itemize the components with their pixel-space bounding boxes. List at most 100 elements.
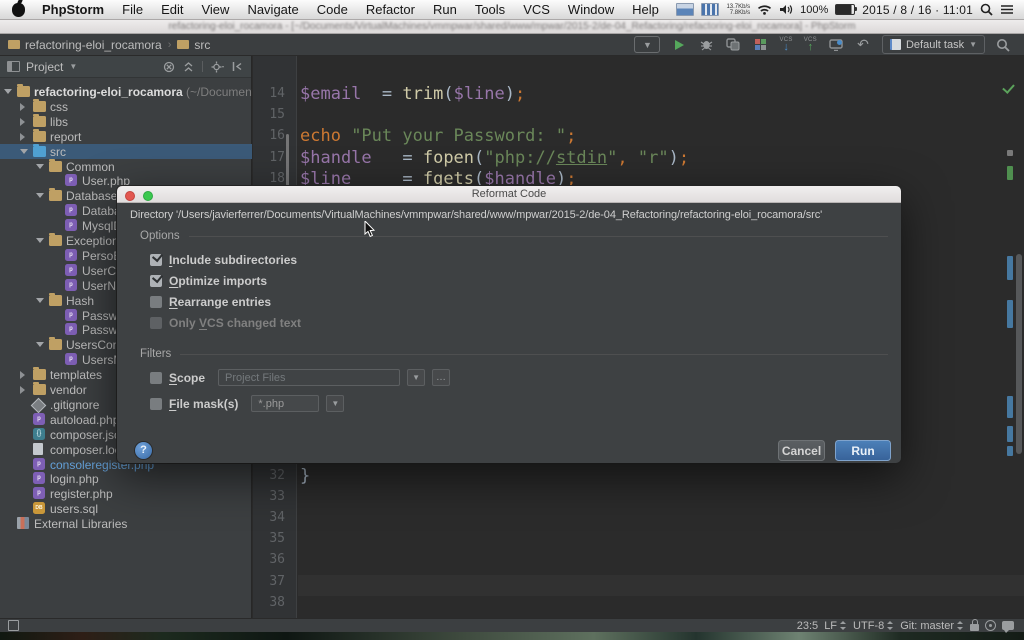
chevron-down-icon[interactable]: ▼ bbox=[69, 62, 77, 71]
chevron-down-icon[interactable] bbox=[4, 89, 12, 94]
rollback-button[interactable]: ↶ bbox=[855, 37, 871, 53]
file-mask-checkbox[interactable] bbox=[150, 398, 162, 410]
menu-edit[interactable]: Edit bbox=[161, 2, 183, 17]
tree-item-register-php[interactable]: register.php bbox=[0, 486, 252, 501]
tree-item-common[interactable]: Common bbox=[0, 159, 252, 174]
code-line-38[interactable]: 38 bbox=[253, 593, 1024, 614]
chevron-down-icon[interactable] bbox=[36, 193, 44, 198]
cancel-button[interactable]: Cancel bbox=[778, 440, 825, 461]
vcs-update-button[interactable]: VCS↓ bbox=[779, 37, 792, 52]
chevron-right-icon[interactable] bbox=[20, 118, 25, 126]
menu-code[interactable]: Code bbox=[317, 2, 348, 17]
vcs-commit-button[interactable]: VCS↑ bbox=[804, 37, 817, 52]
menu-help[interactable]: Help bbox=[632, 2, 659, 17]
stripe-mark[interactable] bbox=[1007, 150, 1013, 156]
option-include-subdirectories[interactable]: Include subdirectories bbox=[150, 252, 297, 268]
encoding-selector[interactable]: UTF-8 bbox=[853, 620, 894, 632]
collapse-all-icon[interactable] bbox=[183, 61, 194, 73]
tree-item-report[interactable]: report bbox=[0, 129, 252, 144]
code-line-14[interactable]: 14$email = trim($line); bbox=[253, 84, 1024, 105]
checkbox-include-subdirectories[interactable] bbox=[150, 254, 162, 266]
toolwindow-toggle-icon[interactable] bbox=[8, 620, 19, 631]
run-config-dropdown[interactable]: ▼ bbox=[634, 36, 660, 53]
breadcrumb-refactoring-eloi-rocamora[interactable]: refactoring-eloi_rocamora bbox=[8, 38, 162, 52]
memory-meter-icon[interactable] bbox=[701, 3, 719, 16]
chevron-down-icon[interactable] bbox=[36, 342, 44, 347]
profiler-button[interactable] bbox=[752, 37, 768, 53]
code-line-33[interactable]: 33 bbox=[253, 487, 1024, 508]
breadcrumb-src[interactable]: src bbox=[177, 38, 210, 52]
apple-menu-icon[interactable] bbox=[12, 3, 25, 17]
help-button[interactable]: ? bbox=[135, 442, 152, 459]
checkbox-only-vcs-changed-text[interactable] bbox=[150, 317, 162, 329]
file-mask-combobox[interactable]: *.php bbox=[251, 395, 319, 412]
tree-item-refactoring-eloi-rocamora[interactable]: refactoring-eloi_rocamora (~/Documents/V… bbox=[0, 84, 252, 99]
locate-file-icon[interactable] bbox=[163, 61, 175, 73]
stripe-mark[interactable] bbox=[1007, 446, 1013, 456]
code-line-16[interactable]: 16echo "Put your Password: "; bbox=[253, 126, 1024, 147]
stripe-mark[interactable] bbox=[1007, 426, 1013, 442]
code-line-15[interactable]: 15 bbox=[253, 105, 1024, 126]
chevron-right-icon[interactable] bbox=[20, 103, 25, 111]
git-branch-selector[interactable]: Git: master bbox=[900, 620, 964, 632]
chevron-right-icon[interactable] bbox=[20, 371, 25, 379]
stripe-mark[interactable] bbox=[1007, 300, 1013, 328]
gear-icon[interactable] bbox=[211, 61, 224, 73]
menu-tools[interactable]: Tools bbox=[475, 2, 505, 17]
project-panel-title[interactable]: Project bbox=[26, 60, 63, 74]
wifi-icon[interactable] bbox=[757, 4, 772, 15]
code-line-35[interactable]: 35 bbox=[253, 529, 1024, 550]
scope-dropdown-button[interactable]: ▼ bbox=[407, 369, 425, 386]
notification-center-icon[interactable] bbox=[1000, 4, 1014, 15]
code-line-32[interactable]: 32} bbox=[253, 466, 1024, 487]
tree-item-login-php[interactable]: login.php bbox=[0, 471, 252, 486]
menubar-clock[interactable]: 2015 / 8 / 16 · 11:01 bbox=[862, 3, 973, 17]
chevron-down-icon[interactable] bbox=[36, 298, 44, 303]
checkbox-rearrange-entries[interactable] bbox=[150, 296, 162, 308]
tree-item-users-sql[interactable]: users.sql bbox=[0, 501, 252, 516]
run-button[interactable] bbox=[671, 37, 687, 53]
spotlight-search-icon[interactable] bbox=[980, 3, 993, 16]
chevron-down-icon[interactable] bbox=[20, 149, 28, 154]
chevron-down-icon[interactable] bbox=[36, 164, 44, 169]
event-log-bubble-icon[interactable] bbox=[1002, 621, 1014, 630]
option-optimize-imports[interactable]: Optimize imports bbox=[150, 273, 267, 289]
menu-window[interactable]: Window bbox=[568, 2, 614, 17]
editor-scrollbar[interactable] bbox=[1016, 254, 1022, 454]
run-button-dialog[interactable]: Run bbox=[835, 440, 891, 461]
chevron-right-icon[interactable] bbox=[20, 386, 25, 394]
tree-item-external-libraries[interactable]: External Libraries bbox=[0, 516, 252, 531]
debug-button[interactable] bbox=[698, 37, 714, 53]
vcs-changes-button[interactable] bbox=[828, 37, 844, 53]
code-line-37[interactable]: 37 bbox=[253, 572, 1024, 593]
line-separator-selector[interactable]: LF bbox=[824, 620, 847, 632]
option-rearrange-entries[interactable]: Rearrange entries bbox=[150, 294, 271, 310]
scope-browse-button[interactable]: … bbox=[432, 369, 450, 386]
hide-panel-icon[interactable] bbox=[232, 61, 243, 72]
scope-checkbox[interactable] bbox=[150, 372, 162, 384]
coverage-button[interactable] bbox=[725, 37, 741, 53]
caret-position[interactable]: 23:5 bbox=[797, 620, 818, 632]
chevron-down-icon[interactable] bbox=[36, 238, 44, 243]
menu-vcs[interactable]: VCS bbox=[523, 2, 550, 17]
chevron-right-icon[interactable] bbox=[20, 133, 25, 141]
option-only-vcs-changed-text[interactable]: Only VCS changed text bbox=[150, 315, 301, 331]
volume-icon[interactable] bbox=[779, 4, 793, 15]
tree-item-css[interactable]: css bbox=[0, 99, 252, 114]
window-titlebar[interactable]: refactoring-eloi_rocamora - [~/Documents… bbox=[0, 20, 1024, 34]
network-speed-indicator[interactable]: 13.7Kb/s 7.8Kb/s bbox=[726, 4, 750, 16]
search-everywhere-button[interactable] bbox=[996, 38, 1010, 52]
menu-phpstorm[interactable]: PhpStorm bbox=[42, 2, 104, 17]
code-line-36[interactable]: 36 bbox=[253, 550, 1024, 571]
stripe-mark[interactable] bbox=[1007, 396, 1013, 418]
menu-view[interactable]: View bbox=[201, 2, 229, 17]
menu-file[interactable]: File bbox=[122, 2, 143, 17]
cpu-meter-icon[interactable] bbox=[676, 3, 694, 16]
code-line-34[interactable]: 34 bbox=[253, 508, 1024, 529]
menu-run[interactable]: Run bbox=[433, 2, 457, 17]
menu-refactor[interactable]: Refactor bbox=[366, 2, 415, 17]
stripe-mark[interactable] bbox=[1007, 166, 1013, 180]
battery-icon[interactable] bbox=[835, 4, 855, 15]
dialog-titlebar[interactable]: Reformat Code bbox=[117, 186, 901, 203]
checkbox-optimize-imports[interactable] bbox=[150, 275, 162, 287]
